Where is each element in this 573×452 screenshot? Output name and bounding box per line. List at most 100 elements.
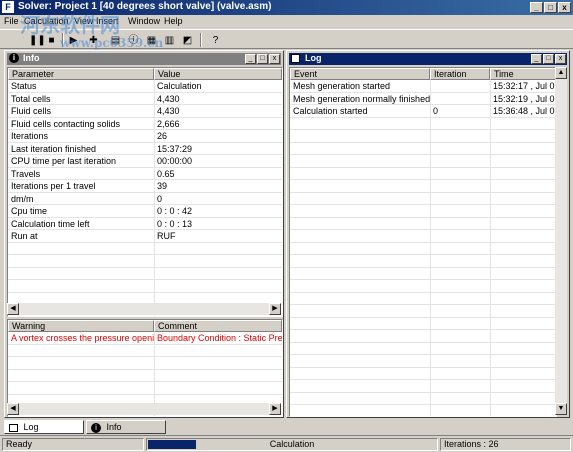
table-row — [290, 368, 556, 380]
table-row[interactable]: Cpu time 0 : 0 : 42 — [8, 205, 282, 218]
stop-icon[interactable]: ■ — [44, 33, 59, 47]
pause-icon[interactable]: ❚❚ — [28, 33, 46, 47]
table-row[interactable]: CPU time per last iteration 00:00:00 — [8, 155, 282, 168]
table-cell: 0.65 — [157, 168, 175, 179]
table-row — [8, 345, 282, 357]
table-cell: Fluid cells contacting solids — [11, 118, 121, 129]
table-row — [290, 405, 556, 416]
table-cell: Mesh generation normally finished — [293, 93, 430, 104]
menu-insert[interactable]: Insert — [96, 16, 119, 26]
info-maximize-button[interactable]: □ — [257, 54, 268, 64]
column-header-value[interactable]: Value — [154, 68, 282, 80]
menu-view[interactable]: View — [74, 16, 93, 26]
table-row[interactable]: Iterations per 1 travel 39 — [8, 180, 282, 193]
tab-log[interactable]: Log — [4, 420, 84, 434]
table-row[interactable]: Calculation time left 0 : 0 : 13 — [8, 218, 282, 230]
table-row[interactable]: Calculation started 0 15:36:48 , Jul 01 — [290, 105, 556, 118]
table-row — [8, 268, 282, 280]
table-cell: 4,430 — [157, 106, 180, 116]
table-row — [290, 355, 556, 368]
menu-help[interactable]: Help — [164, 16, 183, 26]
window-tabs: Log i Info — [0, 420, 573, 434]
menu-window[interactable]: Window — [128, 16, 160, 26]
column-header-time[interactable]: Time — [490, 68, 556, 80]
table-row — [8, 357, 282, 370]
table-cell: Last iteration finished — [11, 143, 97, 154]
tab-info[interactable]: i Info — [86, 420, 166, 434]
info-window-titlebar: i Info _ □ x — [7, 53, 281, 65]
column-header-comment[interactable]: Comment — [154, 320, 282, 332]
table-icon[interactable]: ▥ — [162, 33, 177, 47]
scroll-up-icon[interactable]: ▲ — [555, 67, 567, 79]
info-close-button[interactable]: x — [269, 54, 280, 64]
table-cell: 39 — [157, 181, 168, 191]
toolbar-separator — [200, 33, 202, 47]
insert-goal-icon[interactable]: ✚ — [86, 33, 101, 47]
column-header-parameter[interactable]: Parameter — [8, 68, 154, 80]
table-row[interactable]: Mesh generation normally finished 15:32:1… — [290, 93, 556, 105]
table-row[interactable]: Iterations 26 — [8, 130, 282, 143]
grid-icon[interactable]: ▦ — [144, 33, 159, 47]
table-cell: dm/m — [11, 193, 34, 204]
warnings-horizontal-scrollbar[interactable]: ◀ ▶ — [7, 403, 281, 415]
log-maximize-button[interactable]: □ — [543, 54, 554, 64]
log-minimize-button[interactable]: _ — [531, 54, 542, 64]
table-cell: Cpu time — [11, 206, 48, 216]
table-cell: 15:32:19 , Jul 01 — [493, 93, 556, 104]
table-cell: Calculation started — [293, 106, 368, 116]
info-icon[interactable]: ⓘ — [126, 33, 141, 47]
scroll-left-icon[interactable]: ◀ — [7, 303, 19, 315]
log-vertical-scrollbar[interactable]: ▲ ▼ — [555, 67, 567, 415]
info-icon: i — [9, 53, 19, 63]
tab-info-label: Info — [106, 422, 122, 432]
table-row[interactable]: Total cells 4,430 — [8, 93, 282, 105]
table-row[interactable]: Fluid cells 4,430 — [8, 105, 282, 118]
table-cell — [430, 80, 490, 92]
table-row[interactable]: Status Calculation — [8, 80, 282, 93]
table-row[interactable]: Mesh generation started 15:32:17 , Jul 01 — [290, 80, 556, 93]
scroll-right-icon[interactable]: ▶ — [269, 303, 281, 315]
table-cell: Boundary Condition : Static Pressure — [157, 333, 282, 343]
table-cell: 0 — [433, 106, 439, 116]
table-cell: Calculation — [157, 81, 202, 91]
info-minimize-button[interactable]: _ — [245, 54, 256, 64]
table-row — [290, 255, 556, 268]
column-header-iteration[interactable]: Iteration — [430, 68, 490, 80]
file-icon[interactable]: ▤ — [108, 33, 123, 47]
table-row[interactable]: A vortex crosses the pressure opening Bou… — [8, 332, 282, 345]
window-title: Solver: Project 1 [40 degrees short valv… — [18, 1, 272, 12]
close-button[interactable]: x — [558, 2, 571, 13]
log-window: Log _ □ x Event Iteration Time Mesh gene… — [286, 50, 570, 418]
table-row[interactable]: dm/m 0 — [8, 193, 282, 205]
table-cell: Calculation time left — [11, 218, 90, 229]
table-row[interactable]: Travels 0.65 — [8, 168, 282, 180]
tab-log-label: Log — [23, 422, 39, 432]
menu-calculation[interactable]: Calculation — [24, 16, 69, 26]
minimize-button[interactable]: _ — [530, 2, 543, 13]
table-row — [290, 343, 556, 355]
table-cell: 0 : 0 : 13 — [157, 218, 193, 229]
table-cell: Run at — [11, 231, 38, 241]
scroll-left-icon[interactable]: ◀ — [7, 403, 19, 415]
table-cell: 4,430 — [157, 93, 180, 104]
table-cell: Total cells — [11, 93, 51, 104]
chart-icon[interactable]: ◩ — [180, 33, 195, 47]
info-horizontal-scrollbar[interactable]: ◀ ▶ — [7, 303, 281, 315]
menu-file[interactable]: File — [4, 16, 19, 26]
table-cell: 15:32:17 , Jul 01 — [493, 81, 556, 91]
table-row[interactable]: Fluid cells contacting solids 2,666 — [8, 118, 282, 130]
column-header-event[interactable]: Event — [290, 68, 430, 80]
scroll-right-icon[interactable]: ▶ — [269, 403, 281, 415]
table-row[interactable]: Run at RUF — [8, 230, 282, 243]
table-row — [8, 255, 282, 268]
run-icon[interactable]: ▶ — [66, 33, 81, 47]
table-row — [290, 180, 556, 193]
column-header-warning[interactable]: Warning — [8, 320, 154, 332]
table-row[interactable]: Last iteration finished 15:37:29 — [8, 143, 282, 155]
maximize-button[interactable]: □ — [544, 2, 557, 13]
scroll-down-icon[interactable]: ▼ — [555, 403, 567, 415]
log-close-button[interactable]: x — [555, 54, 566, 64]
table-cell: 15:37:29 — [157, 143, 193, 154]
log-icon — [9, 423, 18, 432]
help-icon[interactable]: ? — [208, 33, 223, 47]
